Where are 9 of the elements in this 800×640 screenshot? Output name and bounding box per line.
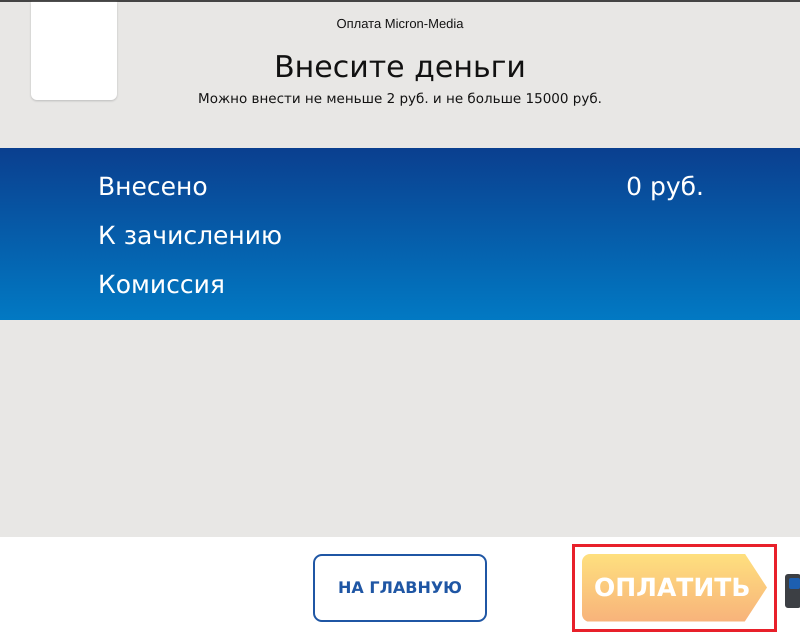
amount-hint: Можно внести не меньше 2 руб. и не больше 15000 руб. (198, 91, 602, 107)
summary-label: Внесено (98, 171, 208, 203)
summary-label: Комиссия (98, 269, 225, 301)
summary-label: К зачислению (98, 220, 282, 252)
summary-value: 0 руб. (626, 171, 704, 203)
page-title: Внесите деньги (274, 50, 526, 85)
home-button[interactable]: НА ГЛАВНУЮ (313, 554, 487, 622)
app-icon[interactable] (785, 574, 800, 608)
service-name: Оплата Micron-Media (336, 16, 464, 31)
